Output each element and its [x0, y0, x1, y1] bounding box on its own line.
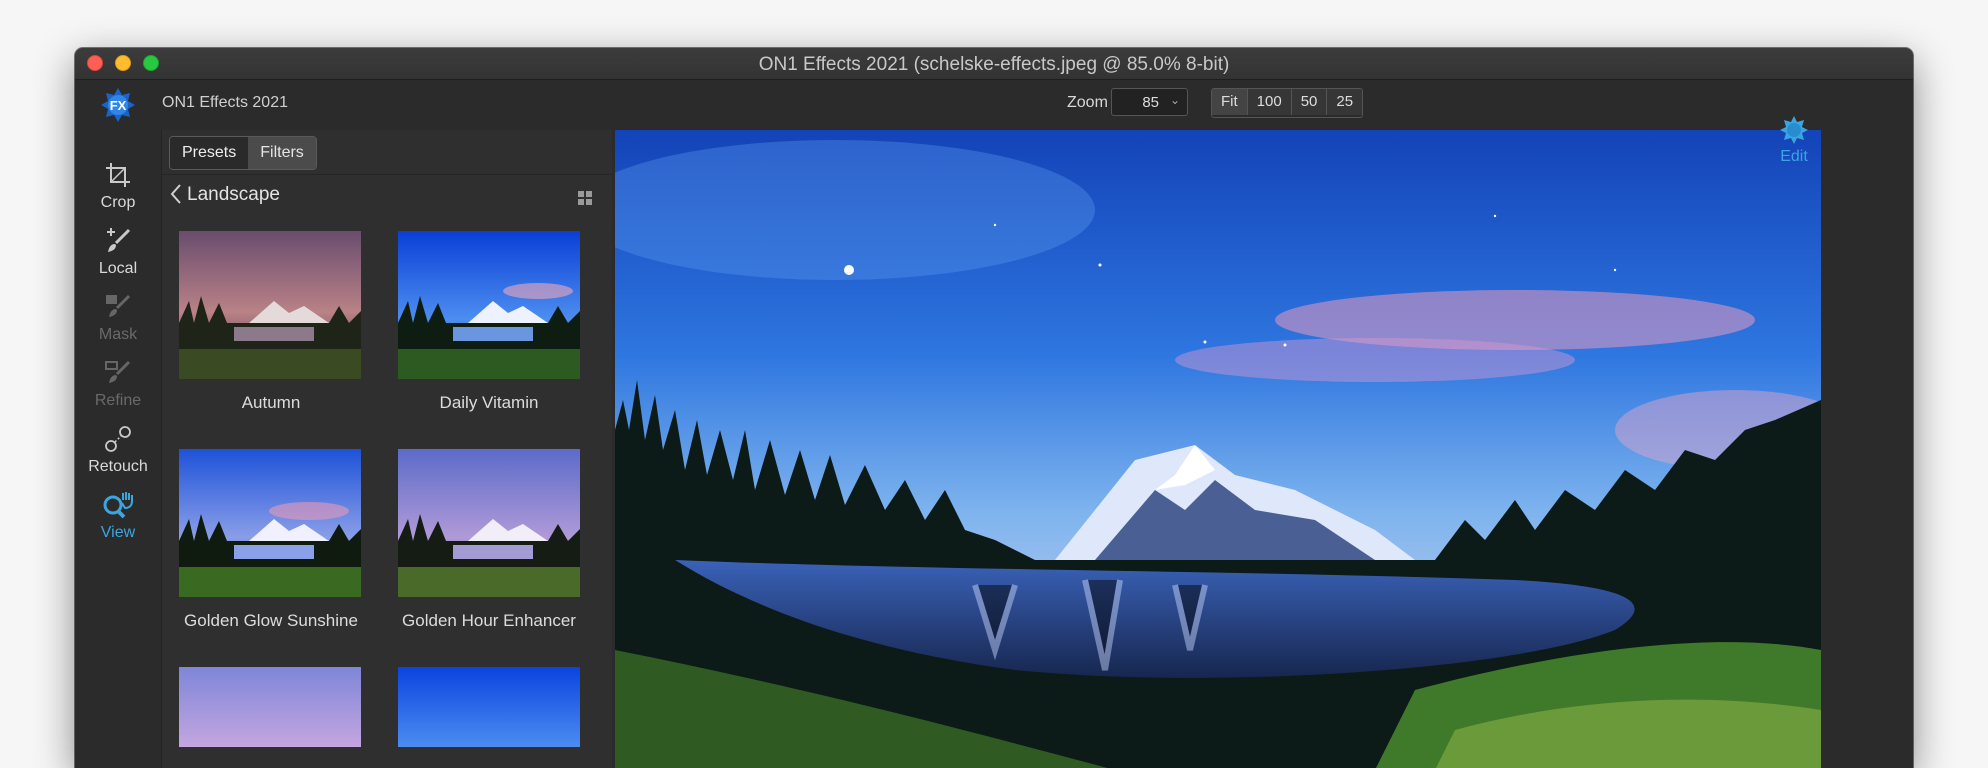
category-title: Landscape: [187, 184, 280, 205]
local-tool[interactable]: Local: [75, 226, 161, 278]
edit-module-button[interactable]: Edit: [1762, 115, 1826, 166]
preset-thumbnail[interactable]: [398, 449, 580, 597]
mask-brush-icon: [106, 294, 131, 317]
preset-name: Daily Vitamin: [439, 393, 539, 412]
zoom-fit-button[interactable]: Fit: [1212, 89, 1248, 115]
tab-filters[interactable]: Filters: [248, 137, 316, 169]
app-logo-icon: FX: [100, 87, 136, 123]
preset-thumbnail[interactable]: [179, 667, 361, 747]
local-tool-label: Local: [98, 260, 138, 277]
app-name: ON1 Effects 2021: [162, 94, 288, 111]
mask-tool-label: Mask: [98, 326, 138, 343]
module-bar: [1821, 130, 1913, 768]
chevron-left-icon[interactable]: [169, 183, 183, 205]
svg-text:FX: FX: [110, 98, 127, 113]
view-tool-label: View: [100, 524, 136, 541]
preset-thumbnail[interactable]: [398, 231, 580, 379]
crop-tool-label: Crop: [100, 194, 136, 211]
tool-well: Crop Local Mask Refine Retouch View: [75, 130, 161, 768]
title-bar: ON1 Effects 2021 (schelske-effects.jpeg …: [75, 48, 1913, 80]
window-title: ON1 Effects 2021 (schelske-effects.jpeg …: [758, 54, 1230, 75]
zoom-50-button[interactable]: 50: [1291, 89, 1328, 115]
browse-panel: Presets Filters Landscape Autumn Daily V…: [161, 130, 685, 768]
zoom-label: Zoom: [1067, 94, 1108, 111]
tab-presets[interactable]: Presets: [170, 137, 249, 169]
preset-thumbnail[interactable]: [179, 449, 361, 597]
grid-view-icon[interactable]: [578, 191, 592, 205]
image-preview: [615, 130, 1821, 768]
zoom-100-button[interactable]: 100: [1247, 89, 1292, 115]
edit-module-label: Edit: [1780, 148, 1808, 165]
panel-tabs: Presets Filters: [169, 136, 317, 170]
retouch-tool[interactable]: Retouch: [75, 424, 161, 476]
app-window: ON1 Effects 2021 (schelske-effects.jpeg …: [75, 48, 1913, 768]
category-header: Landscape: [162, 174, 612, 215]
retouch-icon: [105, 426, 131, 452]
crop-icon: [106, 163, 130, 187]
preset-name: Golden Hour Enhancer: [402, 611, 576, 630]
chevron-updown-icon: ⌄: [1169, 93, 1180, 107]
effects-fx-icon: [1780, 116, 1808, 144]
preset-name: Golden Glow Sunshine: [184, 611, 358, 630]
retouch-tool-label: Retouch: [88, 458, 148, 475]
refine-tool-label: Refine: [94, 392, 142, 409]
mask-tool[interactable]: Mask: [75, 292, 161, 344]
refine-tool[interactable]: Refine: [75, 358, 161, 410]
view-hand-magnifier-icon: [103, 492, 133, 519]
top-toolbar: FX ON1 Effects 2021 Zoom 85 ⌄ Fit 100 50…: [75, 80, 1913, 130]
zoom-25-button[interactable]: 25: [1327, 89, 1363, 115]
crop-tool[interactable]: Crop: [75, 160, 161, 212]
brush-icon: [107, 228, 131, 252]
zoom-value: 85: [1142, 94, 1159, 111]
zoom-preset-buttons: Fit 100 50 25: [1211, 88, 1364, 118]
preset-thumbnail[interactable]: [179, 231, 361, 379]
preset-thumbnail[interactable]: [398, 667, 580, 747]
zoom-select[interactable]: 85 ⌄: [1111, 88, 1188, 116]
refine-brush-icon: [105, 360, 131, 383]
preset-name: Autumn: [241, 393, 301, 412]
view-tool[interactable]: View: [75, 490, 161, 542]
